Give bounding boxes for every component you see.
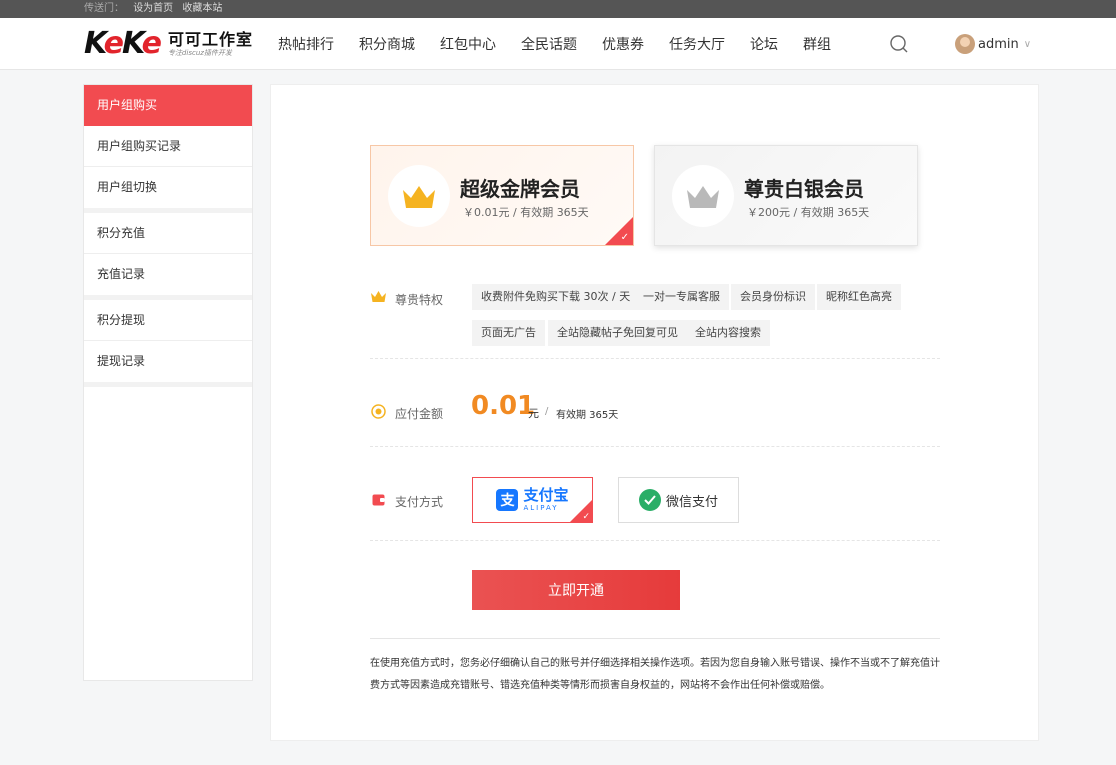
sidebar-item-recharge-records[interactable]: 充值记录	[84, 254, 252, 295]
wechat-icon	[638, 489, 661, 511]
nav-groups[interactable]: 群组	[803, 34, 831, 54]
wechat-pay-label: 微信支付	[665, 494, 718, 510]
section-divider	[370, 638, 940, 639]
nav-coupons[interactable]: 优惠券	[602, 34, 644, 54]
plan-title: 超级金牌会员	[460, 177, 580, 201]
chevron-down-icon: ∨	[1023, 38, 1032, 50]
alipay-label: 支付宝	[523, 486, 569, 504]
sidebar-item-withdraw-records[interactable]: 提现记录	[84, 341, 252, 382]
privilege-tag: 全站内容搜索	[686, 320, 770, 346]
crown-icon	[687, 186, 719, 208]
section-divider	[370, 358, 940, 359]
crown-icon	[403, 186, 435, 208]
payment-amount-value: 0.01	[471, 391, 536, 421]
sidebar-item-buy-records[interactable]: 用户组购买记录	[84, 126, 252, 167]
nav-hot-posts[interactable]: 热帖排行	[278, 34, 334, 54]
sidebar-item-switch-usergroup[interactable]: 用户组切换	[84, 167, 252, 208]
main-nav: 热帖排行 积分商城 红包中心 全民话题 优惠券 任务大厅 论坛 群组	[278, 18, 856, 70]
alipay-icon: 支	[496, 489, 519, 511]
logo-subtitle: 专注discuz插件开发	[167, 48, 232, 57]
user-menu[interactable]: admin ∨	[955, 32, 1031, 56]
activate-now-button[interactable]: 立即开通	[472, 570, 680, 610]
top-strip: 传送门： 设为首页 收藏本站	[0, 0, 1116, 18]
avatar	[955, 34, 975, 54]
nav-points-mall[interactable]: 积分商城	[359, 34, 415, 54]
plan-card-gold[interactable]: 超级金牌会员 ￥0.01元 / 有效期 365天 ✓	[370, 145, 634, 246]
nav-forum[interactable]: 论坛	[750, 34, 778, 54]
crown-icon	[371, 291, 386, 302]
logo-title: 可可工作室	[167, 29, 253, 49]
sidebar-item-withdraw[interactable]: 积分提现	[84, 300, 252, 341]
payment-amount-separator: /	[545, 406, 549, 417]
payment-amount-unit: 元	[528, 407, 539, 420]
wechat-pay-option[interactable]: 微信支付	[618, 477, 739, 523]
privilege-tag: 一对一专属客服	[634, 284, 729, 310]
set-homepage-link[interactable]: 设为首页	[133, 3, 173, 14]
main-panel: 超级金牌会员 ￥0.01元 / 有效期 365天 ✓ 尊贵白银会员 ￥200元 …	[270, 84, 1039, 741]
nav-red-packet[interactable]: 红包中心	[440, 34, 496, 54]
logo-text: 可可工作室 专注discuz插件开发	[167, 29, 253, 58]
privilege-tag: 收费附件免购买下载 30次 / 天	[472, 284, 640, 310]
plan-title: 尊贵白银会员	[744, 177, 864, 201]
privilege-tag: 昵称红色高亮	[817, 284, 901, 310]
alipay-en-label: ALIPAY	[523, 504, 559, 512]
portal-label: 传送门：	[84, 3, 124, 14]
payment-method-label: 支付方式	[395, 495, 444, 509]
recharge-notice: 在使用充值方式时，您务必仔细确认自己的账号并仔细选择相关操作选项。若因为您自身输…	[370, 658, 940, 691]
nav-topics[interactable]: 全民话题	[521, 34, 577, 54]
privilege-tag: 页面无广告	[472, 320, 545, 346]
payment-amount-validity: 有效期 365天	[556, 410, 619, 421]
section-divider	[370, 446, 940, 447]
sidebar-item-buy-usergroup[interactable]: 用户组购买	[84, 85, 252, 126]
privilege-tag: 会员身份标识	[731, 284, 815, 310]
sidebar: 用户组购买 用户组购买记录 用户组切换 积分充值 充值记录 积分提现 提现记录	[83, 84, 253, 681]
alipay-option[interactable]: 支 支付宝 ALIPAY ✓	[472, 477, 593, 523]
logo-mark: KeKe	[84, 26, 162, 61]
privileges-label: 尊贵特权	[395, 293, 444, 307]
site-header: KeKe 可可工作室 专注discuz插件开发 热帖排行 积分商城 红包中心 全…	[0, 18, 1116, 70]
sidebar-item-recharge[interactable]: 积分充值	[84, 213, 252, 254]
privilege-tag: 全站隐藏帖子免回复可见	[548, 320, 687, 346]
bookmark-site-link[interactable]: 收藏本站	[182, 3, 222, 14]
site-logo[interactable]: KeKe 可可工作室 专注discuz插件开发	[84, 27, 253, 61]
sidebar-divider	[84, 382, 252, 387]
check-icon: ✓	[620, 232, 629, 243]
payment-amount-label: 应付金额	[395, 407, 444, 421]
nav-tasks[interactable]: 任务大厅	[669, 34, 725, 54]
coin-icon	[371, 404, 386, 419]
plan-price: ￥200元 / 有效期 365天	[747, 206, 870, 219]
section-divider	[370, 540, 940, 541]
wallet-icon	[372, 494, 385, 506]
plan-card-silver[interactable]: 尊贵白银会员 ￥200元 / 有效期 365天	[654, 145, 918, 246]
username: admin	[978, 36, 1019, 52]
check-icon: ✓	[582, 512, 590, 522]
plan-price: ￥0.01元 / 有效期 365天	[463, 206, 589, 219]
search-icon[interactable]	[889, 34, 909, 54]
